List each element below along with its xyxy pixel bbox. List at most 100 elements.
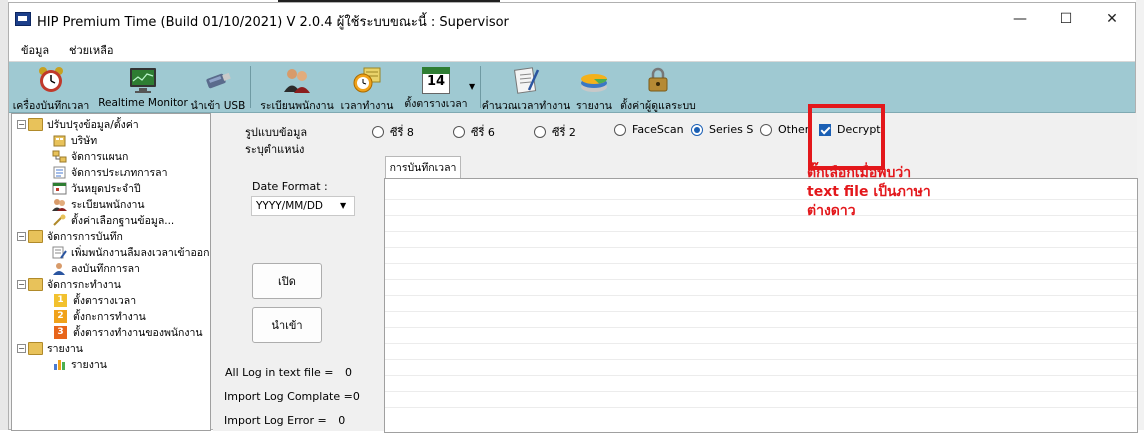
tab-time-records[interactable]: การบันทึกเวลา (385, 156, 461, 178)
tree-item-departments[interactable]: จัดการแผนก (52, 148, 128, 164)
tree-item-label: รายงาน (71, 358, 107, 371)
toolbar-label: รายงาน (576, 100, 612, 112)
menu-help[interactable]: ช่วยเหลือ (69, 41, 113, 59)
leave-record-icon (52, 262, 67, 275)
option-facescan[interactable]: FaceScan (614, 123, 684, 136)
chevron-down-icon[interactable]: ▼ (340, 201, 346, 210)
stat-value: 0 (352, 390, 360, 403)
import-button[interactable]: นำเข้า (252, 307, 322, 343)
tree-item-employees[interactable]: ระเบียนพนักงาน (52, 196, 145, 212)
maximize-button[interactable]: ☐ (1043, 3, 1089, 35)
toolbar-usb-import-button[interactable]: นำเข้า USB (189, 62, 247, 112)
folder-reports-icon (28, 341, 43, 355)
grid-line (385, 359, 1137, 360)
grid-line (385, 391, 1137, 392)
tree-group-reports[interactable]: − รายงาน (17, 340, 83, 356)
toolbar-label: เครื่องบันทึกเวลา (12, 100, 90, 112)
close-button[interactable]: ✕ (1089, 3, 1135, 35)
stat-value: 0 (338, 414, 346, 427)
tree-item-report[interactable]: รายงาน (52, 356, 107, 372)
step-1-icon: 1 (54, 293, 67, 307)
tree-item-database-settings[interactable]: ตั้งค่าเลือกฐานข้อมูล... (52, 212, 174, 228)
tree-item-forgot-clock[interactable]: เพิ่มพนักงานลืมลงเวลาเข้าออก (52, 244, 209, 260)
stat-label: All Log in text file = (225, 366, 334, 379)
option-series-8[interactable]: ซีรี่ 8 (372, 123, 414, 141)
tree-item-label: เพิ่มพนักงานลืมลงเวลาเข้าออก (71, 246, 210, 259)
folder-settings-icon (28, 117, 43, 131)
toolbar-report-button[interactable]: รายงาน (571, 62, 617, 112)
toolbar-realtime-monitor-button[interactable]: Realtime Monitor (97, 62, 189, 112)
collapse-icon[interactable]: − (17, 343, 26, 353)
work-time-icon (352, 66, 382, 94)
toolbar-label: Realtime Monitor (98, 97, 188, 109)
option-label: ซีรี่ 6 (471, 126, 495, 139)
toolbar-time-recorder-button[interactable]: เครื่องบันทึกเวลา (9, 62, 93, 112)
tree-group-shifts[interactable]: − จัดการกะทำงาน (17, 276, 121, 292)
log-grid-rows (385, 183, 1137, 433)
menu-data[interactable]: ข้อมูล (21, 41, 49, 59)
tree-item-employee-schedule[interactable]: 3 ตั้งตารางทำงานของพนักงาน (54, 324, 203, 340)
annotation-note: ติ๊กเลือกเมื่อพบว่า text file เป็นภาษา ต… (807, 164, 931, 221)
toolbar-calculate-button[interactable]: คำนวณเวลาทำงาน (482, 62, 570, 112)
collapse-icon[interactable]: − (17, 231, 26, 241)
radio-button[interactable] (534, 126, 546, 138)
tree-group-label: ปรับปรุงข้อมูล/ตั้งค่า (47, 118, 139, 131)
option-label: Series S (709, 123, 754, 136)
people-icon (282, 66, 312, 94)
tree-item-label: จัดการประเภทการลา (71, 166, 168, 179)
radio-button[interactable] (372, 126, 384, 138)
grid-line (385, 343, 1137, 344)
stat-import-error: Import Log Error = 0 (224, 414, 345, 427)
collapse-icon[interactable]: − (17, 279, 26, 289)
tree-item-leave-record[interactable]: ลงบันทึกการลา (52, 260, 140, 276)
option-other[interactable]: Other (760, 123, 809, 136)
toolbar-work-time-button[interactable]: เวลาทำงาน (339, 62, 395, 112)
toolbar: เครื่องบันทึกเวลา Realtime Monitor นำเข้… (9, 62, 1135, 113)
stat-label: Import Log Error = (224, 414, 327, 427)
annotation-line: ต่างดาว (807, 203, 856, 219)
leave-type-icon (52, 166, 67, 179)
tree-item-label: ตั้งตารางทำงานของพนักงาน (73, 326, 203, 339)
tree-group-label: จัดการกะทำงาน (47, 278, 121, 291)
open-button[interactable]: เปิด (252, 263, 322, 299)
minimize-button[interactable]: — (997, 3, 1043, 35)
option-series-6[interactable]: ซีรี่ 6 (453, 123, 495, 141)
option-series-s[interactable]: Series S (691, 123, 753, 136)
title-bar: HIP Premium Time (Build 01/10/2021) V 2.… (9, 3, 1135, 35)
tree-group-settings[interactable]: − ปรับปรุงข้อมูล/ตั้งค่า (17, 116, 139, 132)
app-logo-icon (15, 12, 31, 26)
date-format-select[interactable]: YYYY/MM/DD ▼ (251, 196, 355, 216)
window-title: HIP Premium Time (Build 01/10/2021) V 2.… (37, 15, 509, 30)
tree-item-holidays[interactable]: วันหยุดประจำปี (52, 180, 141, 196)
option-series-2[interactable]: ซีรี่ 2 (534, 123, 576, 141)
toolbar-label: ตั้งค่าผู้ดูแลระบบ (620, 100, 696, 112)
toolbar-employee-records-button[interactable]: ระเบียนพนักงาน (255, 62, 339, 112)
radio-button[interactable] (614, 123, 626, 136)
menu-bar: ข้อมูล ช่วยเหลือ (9, 35, 1135, 62)
tree-item-label: ระเบียนพนักงาน (71, 198, 145, 211)
tree-item-timetable[interactable]: 1 ตั้งตารางเวลา (54, 292, 136, 308)
radio-button[interactable] (760, 123, 772, 136)
tree-item-shift-setup[interactable]: 2 ตั้งกะการทำงาน (54, 308, 146, 324)
collapse-icon[interactable]: − (17, 119, 26, 129)
company-icon (52, 134, 67, 147)
toolbar-separator (250, 66, 251, 108)
grid-line (385, 215, 1137, 216)
tree-group-records[interactable]: − จัดการการบันทึก (17, 228, 123, 244)
tree-group-label: รายงาน (47, 342, 83, 355)
radio-button-selected[interactable] (691, 123, 703, 136)
step-2-icon: 2 (54, 309, 67, 323)
grid-line (385, 247, 1137, 248)
toolbar-label: นำเข้า USB (190, 100, 246, 112)
admin-lock-icon (643, 66, 673, 94)
database-settings-icon (52, 214, 67, 227)
tree-item-company[interactable]: บริษัท (52, 132, 97, 148)
tree-item-label: ตั้งกะการทำงาน (73, 310, 146, 323)
radio-button[interactable] (453, 126, 465, 138)
toolbar-admin-settings-button[interactable]: ตั้งค่าผู้ดูแลระบบ (617, 62, 699, 112)
dropdown-arrow-icon[interactable]: ▼ (469, 82, 475, 91)
stat-value: 0 (344, 366, 352, 379)
grid-line (385, 199, 1137, 200)
toolbar-schedule-button[interactable]: 14 ตั้งตารางเวลา (397, 62, 475, 112)
tree-item-leave-types[interactable]: จัดการประเภทการลา (52, 164, 167, 180)
